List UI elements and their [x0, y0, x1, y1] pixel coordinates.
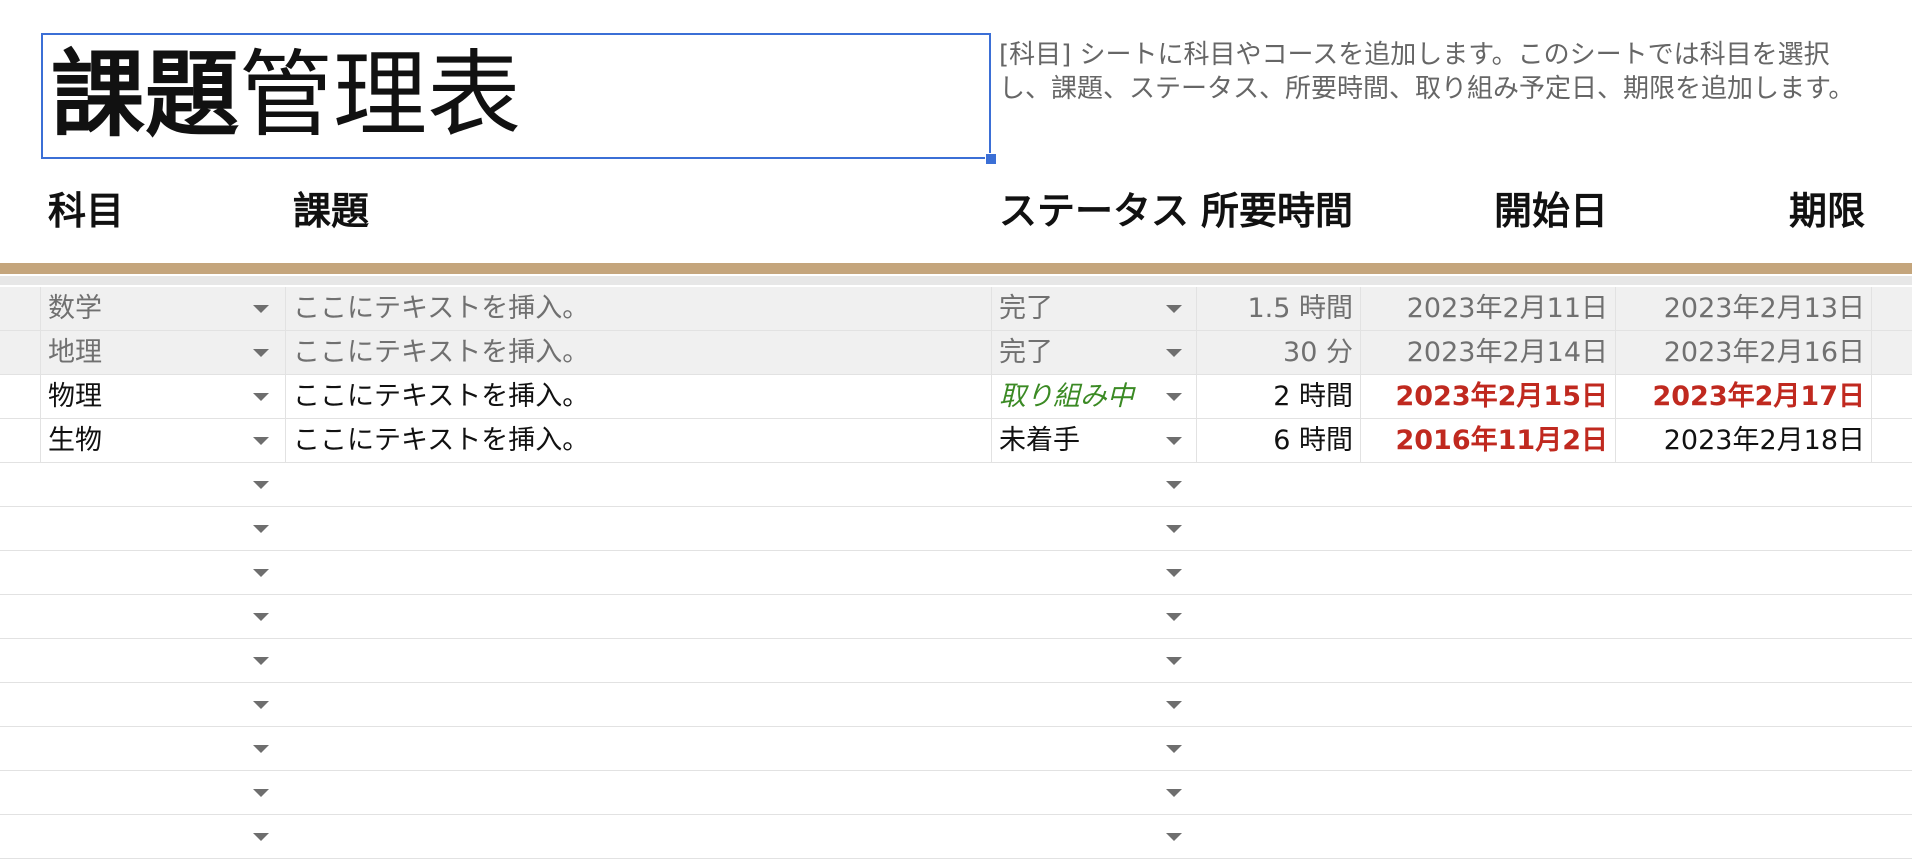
spreadsheet: 課題 管理表 [科目] シートに科目やコースを追加します。このシートでは科目を選択…	[0, 0, 1920, 865]
table-row: 地理 ここにテキストを挿入。 完了 30 分 2023年2月14日 2023年2…	[0, 331, 1912, 375]
subject-cell[interactable]: 地理	[48, 331, 228, 375]
empty-row	[0, 771, 1912, 815]
subject-dropdown-icon[interactable]	[253, 789, 269, 797]
status-dropdown-icon[interactable]	[1166, 701, 1182, 709]
subject-dropdown-icon[interactable]	[253, 657, 269, 665]
due-date-cell[interactable]: 2023年2月17日	[1617, 375, 1865, 419]
table-row: 生物 ここにテキストを挿入。 未着手 6 時間 2016年11月2日 2023年…	[0, 419, 1912, 463]
status-dropdown-icon[interactable]	[1166, 613, 1182, 621]
status-dropdown-icon[interactable]	[1166, 789, 1182, 797]
task-cell[interactable]: ここにテキストを挿入。	[293, 287, 983, 331]
selection-fill-handle[interactable]	[985, 153, 997, 165]
task-cell[interactable]: ここにテキストを挿入。	[293, 331, 983, 375]
start-date-cell[interactable]: 2016年11月2日	[1362, 419, 1608, 463]
start-date-cell[interactable]: 2023年2月14日	[1362, 331, 1608, 375]
due-date-cell[interactable]: 2023年2月18日	[1617, 419, 1865, 463]
subject-dropdown-icon[interactable]	[253, 349, 269, 357]
status-dropdown-icon[interactable]	[1166, 349, 1182, 357]
header-start-date: 開始日	[1493, 189, 1608, 233]
status-dropdown-icon[interactable]	[1166, 305, 1182, 313]
status-dropdown-icon[interactable]	[1166, 525, 1182, 533]
subject-cell[interactable]: 生物	[48, 419, 228, 463]
header-time: 所要時間	[1200, 189, 1353, 233]
empty-row	[0, 727, 1912, 771]
start-date-cell[interactable]: 2023年2月11日	[1362, 287, 1608, 331]
subject-dropdown-icon[interactable]	[253, 481, 269, 489]
subject-cell[interactable]: 物理	[48, 375, 228, 419]
status-dropdown-icon[interactable]	[1166, 393, 1182, 401]
status-dropdown-icon[interactable]	[1166, 657, 1182, 665]
empty-row	[0, 815, 1912, 859]
empty-row	[0, 683, 1912, 727]
description-text: [科目] シートに科目やコースを追加します。このシートでは科目を選択し、課題、ス…	[999, 40, 1855, 104]
title-normal-part: 管理表	[239, 41, 522, 150]
status-dropdown-icon[interactable]	[1166, 437, 1182, 445]
title-bold-part: 課題	[51, 41, 240, 150]
status-cell[interactable]: 完了	[999, 331, 1159, 375]
table-row: 数学 ここにテキストを挿入。 完了 1.5 時間 2023年2月11日 2023…	[0, 287, 1912, 331]
subject-dropdown-icon[interactable]	[253, 701, 269, 709]
time-cell[interactable]: 30 分	[1198, 331, 1353, 375]
empty-row	[0, 551, 1912, 595]
title-cell[interactable]: 課題 管理表	[41, 33, 991, 159]
subject-cell[interactable]: 数学	[48, 287, 228, 331]
header-subject: 科目	[48, 189, 125, 233]
subject-dropdown-icon[interactable]	[253, 613, 269, 621]
subject-dropdown-icon[interactable]	[253, 569, 269, 577]
status-dropdown-icon[interactable]	[1166, 833, 1182, 841]
subject-dropdown-icon[interactable]	[253, 525, 269, 533]
empty-row	[0, 639, 1912, 683]
subject-dropdown-icon[interactable]	[253, 393, 269, 401]
task-cell[interactable]: ここにテキストを挿入。	[293, 419, 983, 463]
header-rule	[0, 263, 1912, 274]
subject-dropdown-icon[interactable]	[253, 305, 269, 313]
status-dropdown-icon[interactable]	[1166, 481, 1182, 489]
header-subrule	[0, 276, 1912, 285]
subject-dropdown-icon[interactable]	[253, 745, 269, 753]
table-row: 物理 ここにテキストを挿入。 取り組み中 2 時間 2023年2月15日 202…	[0, 375, 1912, 419]
subject-dropdown-icon[interactable]	[253, 437, 269, 445]
status-cell[interactable]: 取り組み中	[999, 375, 1159, 419]
task-cell[interactable]: ここにテキストを挿入。	[293, 375, 983, 419]
header-task: 課題	[293, 189, 370, 233]
empty-row	[0, 595, 1912, 639]
time-cell[interactable]: 2 時間	[1198, 375, 1353, 419]
due-date-cell[interactable]: 2023年2月13日	[1617, 287, 1865, 331]
time-cell[interactable]: 1.5 時間	[1198, 287, 1353, 331]
header-status: ステータス	[999, 189, 1190, 233]
status-dropdown-icon[interactable]	[1166, 745, 1182, 753]
status-dropdown-icon[interactable]	[1166, 569, 1182, 577]
empty-row	[0, 463, 1912, 507]
status-cell[interactable]: 未着手	[999, 419, 1159, 463]
subject-dropdown-icon[interactable]	[253, 833, 269, 841]
start-date-cell[interactable]: 2023年2月15日	[1362, 375, 1608, 419]
status-cell[interactable]: 完了	[999, 287, 1159, 331]
header-due-date: 期限	[1788, 189, 1865, 233]
time-cell[interactable]: 6 時間	[1198, 419, 1353, 463]
empty-row	[0, 507, 1912, 551]
due-date-cell[interactable]: 2023年2月16日	[1617, 331, 1865, 375]
